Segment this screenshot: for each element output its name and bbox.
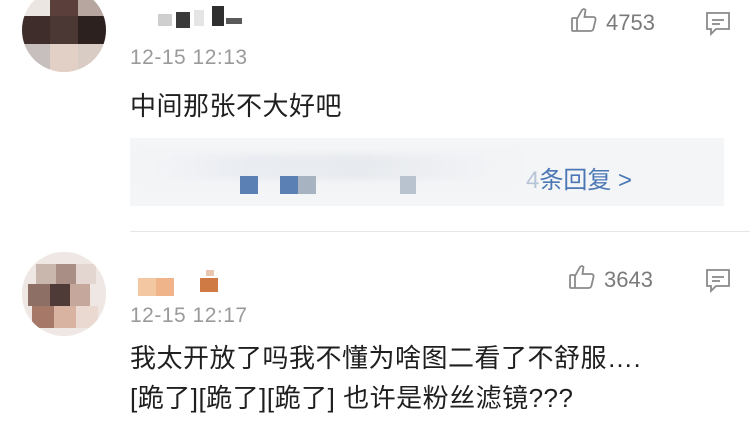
username[interactable] <box>130 0 250 30</box>
blurred-block <box>400 176 416 194</box>
comment-item-2: 12-15 12:17 3643 我太开放了吗我不懂为啥图二看了不舒服…. [跪… <box>0 232 750 440</box>
thumb-up-icon <box>568 263 596 297</box>
blurred-block <box>240 176 258 194</box>
like-button[interactable]: 4753 <box>570 6 655 40</box>
blurred-block <box>280 176 298 194</box>
like-count: 3643 <box>604 267 653 292</box>
comment-icon[interactable] <box>704 9 732 42</box>
comment-item-1: 12-15 12:13 4753 中间那张不大好吧 4条回复 > <box>0 0 750 232</box>
like-button[interactable]: 3643 <box>568 263 653 297</box>
blurred-reply-text <box>138 154 518 180</box>
view-replies-link[interactable]: 4条回复 > <box>526 160 632 195</box>
comment-text: 中间那张不大好吧 <box>130 91 343 121</box>
blurred-block <box>298 176 316 194</box>
comment-text: 我太开放了吗我不懂为啥图二看了不舒服…. [跪了][跪了][跪了] 也许是粉丝滤… <box>130 343 642 413</box>
comment-time: 12-15 12:13 <box>130 46 248 69</box>
comment-icon[interactable] <box>704 266 732 299</box>
replies-preview[interactable]: 4条回复 > <box>130 138 724 206</box>
avatar[interactable] <box>22 252 106 336</box>
avatar[interactable] <box>22 0 106 72</box>
comment-time: 12-15 12:17 <box>130 304 248 327</box>
username[interactable] <box>138 268 258 298</box>
like-count: 4753 <box>606 10 655 35</box>
thumb-up-icon <box>570 6 598 40</box>
